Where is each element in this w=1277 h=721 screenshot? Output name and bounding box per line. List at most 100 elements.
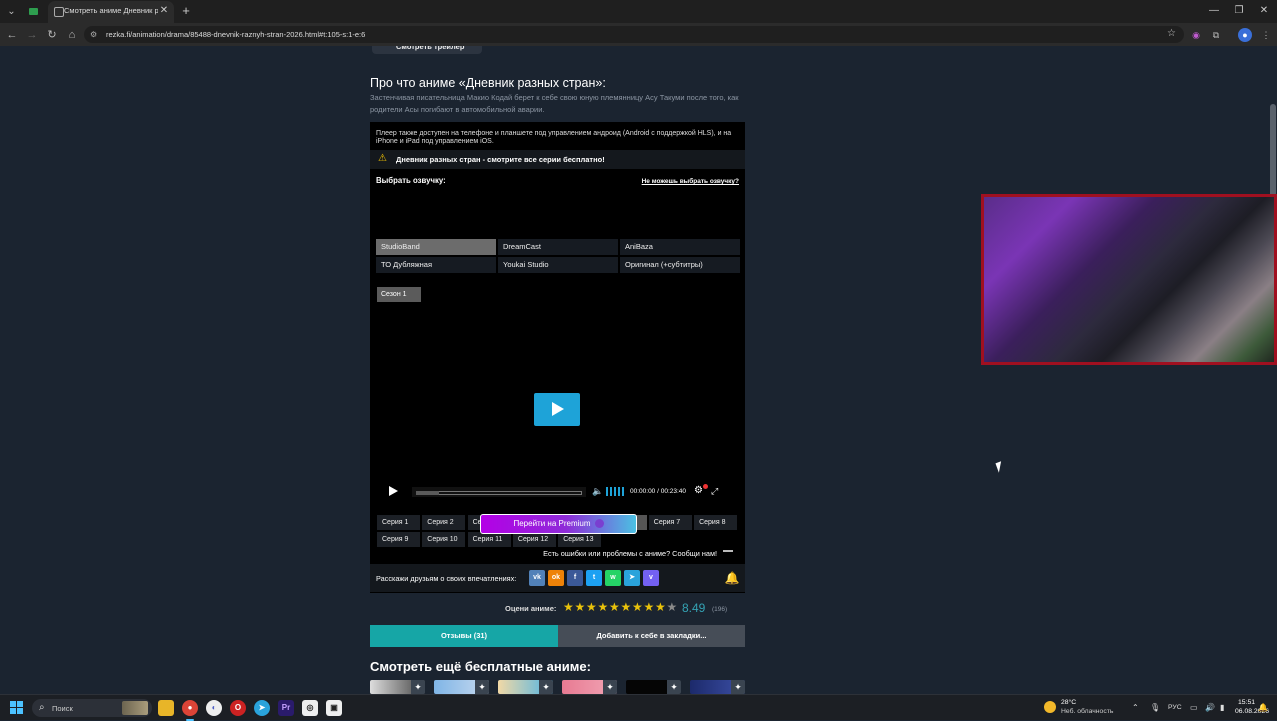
facebook-icon[interactable]: f (567, 570, 583, 586)
telegram-icon[interactable]: ➤ (624, 570, 640, 586)
notification-bell-icon[interactable]: 🔔 (723, 570, 741, 586)
volume-icon[interactable]: 🔈 (592, 485, 604, 497)
rating-star[interactable]: ★ (655, 601, 666, 614)
address-bar[interactable]: ⚙ rezka.fi/animation/drama/85488-dnevnik… (84, 26, 1184, 43)
episode-button[interactable]: Серия 2 (422, 515, 466, 530)
extension-icon[interactable]: ◉ (1189, 28, 1203, 42)
tab-search-icon[interactable]: ⌄ (4, 4, 19, 19)
twitter-icon[interactable]: t (586, 570, 602, 586)
obs-icon[interactable]: ◎ (302, 700, 318, 716)
microphone-icon[interactable]: 🎙 (1150, 702, 1160, 714)
site-info-icon[interactable]: ⚙ (90, 29, 101, 40)
anime-thumbnail[interactable]: ✦ (370, 680, 425, 694)
voice-option[interactable]: ТО Дубляжная (376, 257, 496, 273)
page-scrollbar[interactable] (1269, 46, 1277, 694)
rating-star[interactable]: ★ (563, 601, 574, 614)
bookmark-star-icon[interactable]: ☆ (1167, 28, 1176, 39)
rating-star[interactable]: ★ (632, 601, 643, 614)
back-icon[interactable]: ← (4, 27, 20, 43)
season-tab[interactable]: Сезон 1 (377, 287, 421, 302)
network-icon[interactable]: ▭ (1190, 702, 1198, 714)
rating-star[interactable]: ★ (609, 601, 620, 614)
premium-button[interactable]: Перейти на Premium (480, 514, 637, 534)
app-icon-2[interactable]: ▣ (326, 700, 342, 716)
fullscreen-icon[interactable]: ⤢ (711, 484, 723, 498)
battery-icon[interactable]: ▮ (1220, 702, 1224, 714)
bookmark-tab[interactable]: Добавить к себе в закладки... (558, 625, 745, 647)
whatsapp-icon[interactable]: w (605, 570, 621, 586)
play-icon[interactable] (386, 483, 400, 499)
episode-button[interactable]: Серия 7 (648, 515, 692, 530)
watch-trailer-button[interactable]: Смотреть трейлер (372, 46, 482, 54)
voice-option[interactable]: StudioBand (376, 239, 496, 255)
voice-option[interactable]: Оригинал (+субтитры) (620, 257, 740, 273)
thumb-action-icon[interactable]: ✦ (475, 680, 489, 694)
report-problem-link[interactable]: Есть ошибки или проблемы с аниме? Сообщи… (543, 549, 717, 558)
windows-start-icon[interactable] (10, 701, 24, 715)
premiere-icon[interactable]: Pr (278, 700, 294, 716)
viber-icon[interactable]: v (643, 570, 659, 586)
episode-button[interactable]: Серия 10 (422, 532, 466, 547)
anime-thumbnail[interactable]: ✦ (690, 680, 745, 694)
rating-star[interactable]: ★ (644, 601, 655, 614)
volume-slider[interactable] (606, 487, 624, 496)
chrome-icon[interactable]: ● (182, 700, 198, 721)
file-explorer-icon[interactable] (158, 700, 174, 716)
reload-icon[interactable]: ↻ (44, 27, 60, 43)
reviews-tab[interactable]: Отзывы (31) (370, 625, 558, 647)
rating-star[interactable]: ★ (621, 601, 632, 614)
ok-icon[interactable]: ok (548, 570, 564, 586)
rating-star[interactable]: ★ (598, 601, 609, 614)
episode-button[interactable]: Серия 12 (512, 532, 556, 547)
tray-overflow-icon[interactable]: ⌃ (1132, 702, 1139, 714)
episode-button[interactable]: Серия 13 (558, 532, 602, 547)
thumb-action-icon[interactable]: ✦ (667, 680, 681, 694)
episode-button[interactable]: Серия 1 (377, 515, 420, 530)
minimize-button[interactable]: — (1203, 3, 1225, 19)
profile-avatar-icon[interactable]: ● (1238, 28, 1252, 42)
anime-thumbnail[interactable]: ✦ (434, 680, 489, 694)
anime-thumbnail[interactable]: ✦ (626, 680, 681, 694)
forward-icon[interactable]: → (24, 27, 40, 43)
thumb-action-icon[interactable]: ✦ (539, 680, 553, 694)
tab-group-icon[interactable] (26, 4, 41, 19)
maximize-button[interactable]: ❐ (1228, 3, 1250, 19)
voice-option[interactable]: DreamCast (498, 239, 618, 255)
anime-thumbnail[interactable]: ✦ (562, 680, 617, 694)
episode-button[interactable]: Серия 8 (694, 515, 738, 530)
thumb-action-icon[interactable]: ✦ (411, 680, 425, 694)
menu-kebab-icon[interactable]: ⋮ (1259, 28, 1273, 42)
rating-star[interactable]: ★ (586, 601, 597, 614)
episode-button[interactable]: Серия 11 (467, 532, 511, 547)
weather-icon[interactable] (1044, 701, 1056, 713)
browser-tab-active[interactable]: Смотреть аниме Дневник раз ✕ (48, 1, 174, 23)
notifications-icon[interactable]: 🔔 (1258, 702, 1268, 714)
extensions-puzzle-icon[interactable]: ⧉ (1209, 28, 1223, 42)
app-icon[interactable]: ◐ (206, 700, 222, 716)
new-tab-button[interactable]: + (178, 3, 194, 19)
rating-stars[interactable]: ★ ★ ★ ★ ★ ★ ★ ★ ★ ★ (563, 601, 683, 614)
clock-time[interactable]: 15:51 (1238, 699, 1255, 706)
progress-bar[interactable] (412, 487, 586, 497)
voice-option[interactable]: Youkai Studio (498, 257, 618, 273)
language-indicator[interactable]: РУС (1168, 702, 1182, 714)
telegram-app-icon[interactable]: ➤ (254, 700, 270, 716)
anime-thumbnail[interactable]: ✦ (498, 680, 553, 694)
rating-star[interactable]: ★ (667, 601, 678, 614)
taskbar-search[interactable]: ⌕ Поиск (32, 699, 152, 717)
vk-icon[interactable]: vk (529, 570, 545, 586)
thumb-action-icon[interactable]: ✦ (603, 680, 617, 694)
thumb-action-icon[interactable]: ✦ (731, 680, 745, 694)
close-window-button[interactable]: ✕ (1253, 3, 1275, 19)
video-player[interactable]: Сезон 1 🔈 00:00:00 / 00:23:40 ⚙ ⤢ (370, 279, 745, 509)
voice-help-link[interactable]: Не можешь выбрать озвучку? (642, 178, 739, 185)
speaker-icon[interactable]: 🔊 (1205, 702, 1215, 714)
close-tab-button[interactable]: ✕ (158, 4, 170, 18)
voice-option[interactable]: AniBaza (620, 239, 740, 255)
episode-button[interactable]: Серия 9 (377, 532, 420, 547)
big-play-button[interactable] (534, 393, 580, 426)
rating-star[interactable]: ★ (575, 601, 586, 614)
settings-gear-icon[interactable]: ⚙ (694, 484, 708, 498)
opera-icon[interactable]: O (230, 700, 246, 716)
home-icon[interactable]: ⌂ (64, 27, 80, 43)
